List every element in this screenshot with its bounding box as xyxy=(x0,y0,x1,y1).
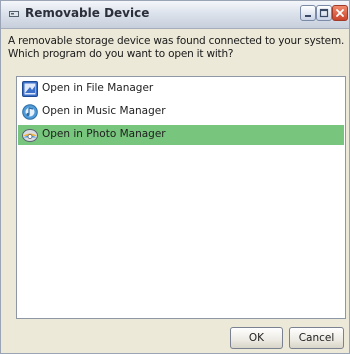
close-icon xyxy=(336,9,344,17)
title-bar[interactable]: Removable Device xyxy=(1,1,349,29)
removable-device-dialog: Removable Device A removable storage dev… xyxy=(0,0,350,354)
window-title: Removable Device xyxy=(25,6,150,20)
prompt-text: A removable storage device was found con… xyxy=(8,35,345,60)
removable-drive-icon xyxy=(9,11,19,17)
close-button[interactable] xyxy=(332,5,348,21)
minimize-button[interactable] xyxy=(300,5,316,21)
cancel-button-label: Cancel xyxy=(298,332,335,344)
music-manager-icon xyxy=(22,104,38,120)
list-item-music-manager[interactable]: Open in Music Manager xyxy=(18,102,344,122)
maximize-icon xyxy=(319,8,329,18)
file-manager-icon xyxy=(22,81,38,97)
maximize-button[interactable] xyxy=(316,5,332,21)
list-item-photo-manager[interactable]: Open in Photo Manager xyxy=(18,125,344,145)
list-item-label: Open in Music Manager xyxy=(42,105,166,117)
list-item-label: Open in File Manager xyxy=(42,82,154,94)
program-list[interactable]: Open in File Manager Open in Music Manag… xyxy=(16,76,346,319)
minimize-icon xyxy=(305,15,311,17)
cancel-button[interactable]: Cancel xyxy=(289,327,344,349)
photo-manager-icon xyxy=(22,129,38,142)
list-item-label: Open in Photo Manager xyxy=(42,128,166,140)
ok-button-label: OK xyxy=(248,332,265,344)
ok-button[interactable]: OK xyxy=(230,327,283,349)
list-item-file-manager[interactable]: Open in File Manager xyxy=(18,79,344,99)
